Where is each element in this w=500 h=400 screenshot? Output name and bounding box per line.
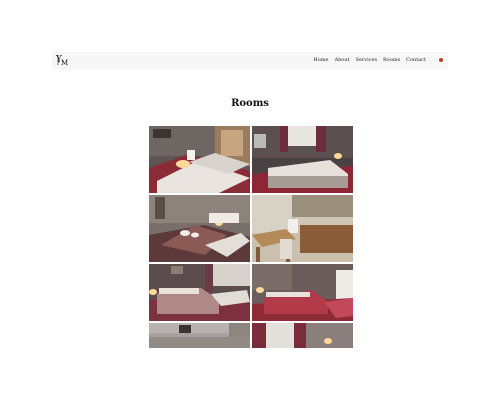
nav-rooms[interactable]: Rooms — [383, 57, 400, 64]
room-photo-double-bed-curtains[interactable] — [252, 126, 353, 193]
nav-contact[interactable]: Contact — [406, 57, 426, 64]
site-header: Y M Home About Services Rooms Contact — [52, 52, 448, 69]
nav-home[interactable]: Home — [313, 57, 328, 64]
room-photo-bed-towels[interactable] — [149, 195, 250, 262]
main-nav: Home About Services Rooms Contact — [313, 57, 426, 64]
room-photo-twin-beds[interactable] — [149, 126, 250, 193]
room-photo-red-bedspread[interactable] — [252, 264, 353, 321]
room-photo-partial-left[interactable] — [149, 323, 250, 348]
room-photo-pink-bedspread[interactable] — [149, 264, 250, 321]
room-photo-partial-right[interactable] — [252, 323, 353, 348]
ym-monogram-logo[interactable]: Y M — [55, 53, 69, 67]
svg-text:M: M — [61, 59, 68, 67]
room-gallery — [149, 126, 353, 348]
room-photo-kitchenette[interactable] — [252, 195, 353, 262]
page: Y M Home About Services Rooms Contact Ro… — [52, 52, 448, 348]
page-title: Rooms — [231, 98, 269, 109]
nav-about[interactable]: About — [334, 57, 349, 64]
flag-icon[interactable] — [439, 58, 443, 62]
nav-services[interactable]: Services — [356, 57, 378, 64]
